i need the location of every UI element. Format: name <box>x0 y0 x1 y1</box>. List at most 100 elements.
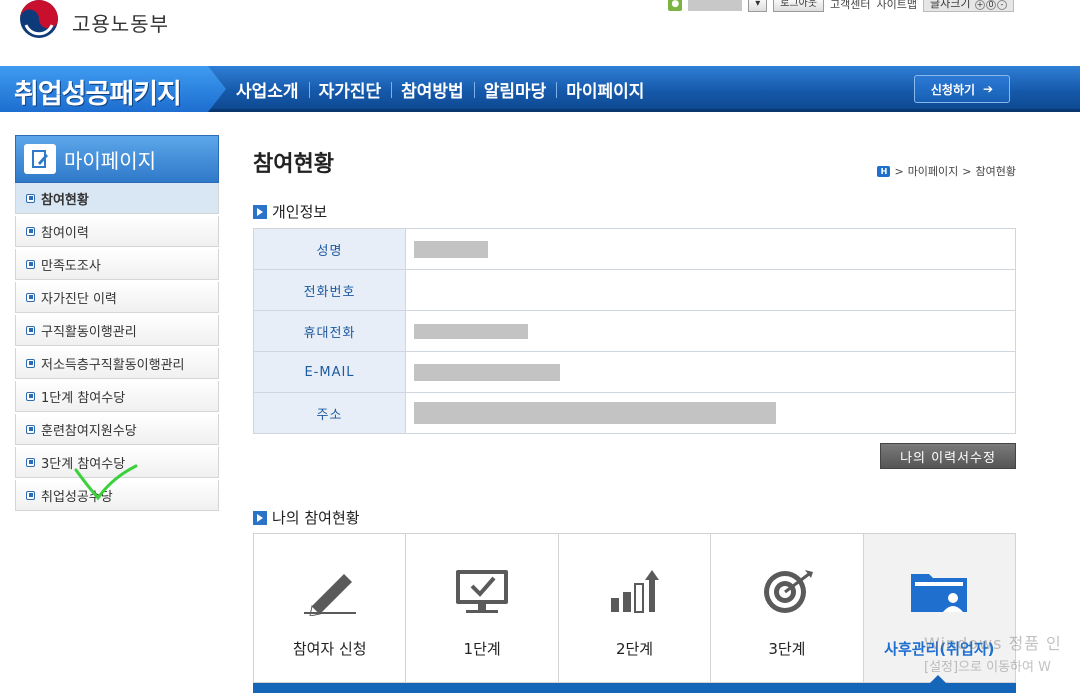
mypage-doc-icon <box>24 144 56 174</box>
breadcrumb-current: 참여현황 <box>975 165 1016 178</box>
sidebar-item-participation-history[interactable]: 참여이력 <box>15 216 219 247</box>
bullet-icon <box>26 226 35 236</box>
arrow-right-icon: ➔ <box>983 82 994 96</box>
field-value-email <box>405 351 1016 393</box>
bullet-icon <box>26 490 35 500</box>
ministry-logo[interactable]: 고용노동부 <box>16 0 169 44</box>
table-row: 주소 <box>253 392 1016 434</box>
stage-tab-2[interactable]: 2단계 <box>558 534 712 682</box>
table-row: 전화번호 <box>253 269 1016 311</box>
bullet-icon <box>26 391 35 401</box>
section-arrow-icon <box>253 510 267 525</box>
windows-activation-watermark: Windows 정품 인 <box>924 634 1062 653</box>
sidebar-item-low-income-job-search[interactable]: 저소득층구직활동이행관리 <box>15 348 219 379</box>
sidebar-item-job-search-management[interactable]: 구직활동이행관리 <box>15 315 219 346</box>
field-value-phone <box>405 269 1016 311</box>
windows-activation-watermark-sub: [설정]으로 이동하여 W <box>924 660 1051 675</box>
field-label-address: 주소 <box>253 392 406 434</box>
sidebar-item-label: 저소득층구직활동이행관리 <box>41 357 185 373</box>
sidebar-item-label: 만족도조사 <box>41 258 101 274</box>
customer-center-link[interactable]: 고객센터 <box>830 0 870 12</box>
sidebar-item-training-allowance[interactable]: 훈련참여지원수당 <box>15 414 219 445</box>
font-minus-icon[interactable]: - <box>997 0 1007 10</box>
field-label-mobile: 휴대전화 <box>253 310 406 352</box>
stage-tabs: 참여자 신청 1단계 2단계 3단계 사후관리(취업자) <box>253 533 1016 683</box>
user-dropdown-icon[interactable]: ▾ <box>748 0 768 12</box>
apply-button[interactable]: 신청하기 ➔ <box>914 75 1010 103</box>
font-size-control: 글자크기 +0- <box>923 0 1014 12</box>
stage-tab-1[interactable]: 1단계 <box>406 534 559 682</box>
personal-info-table: 성명 전화번호 휴대전화 E-MAIL 주소 <box>253 228 1016 434</box>
target-icon <box>763 570 813 613</box>
bullet-icon <box>26 325 35 335</box>
section-title: 개인정보 <box>272 203 328 221</box>
nav-item-how-to-join[interactable]: 참여방법 <box>391 77 474 102</box>
sidebar-item-satisfaction-survey[interactable]: 만족도조사 <box>15 249 219 280</box>
ministry-name: 고용노동부 <box>72 11 169 36</box>
apply-label: 신청하기 <box>930 82 976 97</box>
field-value-address <box>405 392 1016 434</box>
stage-progress-bar <box>253 683 1016 693</box>
logout-button[interactable]: 로그아웃 <box>773 0 825 12</box>
masked-value <box>414 323 528 339</box>
font-reset-icon[interactable]: 0 <box>986 0 996 10</box>
nav-item-intro[interactable]: 사업소개 <box>236 77 309 102</box>
participation-status-heading: 나의 참여현황 <box>253 507 360 528</box>
stage-label: 2단계 <box>615 640 654 658</box>
sidebar-item-label: 훈련참여지원수당 <box>41 423 137 439</box>
sidebar-item-label: 1단계 참여수당 <box>41 390 126 406</box>
sitemap-link[interactable]: 사이트맵 <box>877 0 917 12</box>
current-stage-pointer-icon <box>930 675 946 683</box>
bullet-icon <box>26 424 35 434</box>
sidebar: 마이페이지 참여현황 참여이력 만족도조사 자가진단 이력 구직활동이행관리 저… <box>15 135 219 513</box>
personal-info-heading: 개인정보 <box>253 201 327 222</box>
sidebar-item-label: 참여현황 <box>41 192 89 208</box>
breadcrumb-separator-icon: > <box>962 164 972 178</box>
masked-value <box>414 240 488 258</box>
edit-resume-button[interactable]: 나의 이력서수정 <box>880 443 1016 469</box>
field-label-name: 성명 <box>253 228 406 270</box>
nav-item-notice[interactable]: 알림마당 <box>473 77 557 102</box>
sidebar-item-participation-status[interactable]: 참여현황 <box>15 183 219 214</box>
table-row: 성명 <box>253 228 1016 270</box>
bar-growth-icon <box>610 570 659 613</box>
masked-value <box>414 402 776 424</box>
breadcrumb-item[interactable]: 마이페이지 <box>908 163 959 179</box>
sidebar-item-label: 참여이력 <box>41 225 89 241</box>
field-label-email: E-MAIL <box>253 351 406 393</box>
bullet-icon <box>26 193 35 203</box>
section-arrow-icon <box>253 204 267 219</box>
font-size-label: 글자크기 <box>930 0 971 10</box>
sidebar-title: 마이페이지 <box>64 148 156 173</box>
section-title: 나의 참여현황 <box>272 509 360 527</box>
font-plus-icon[interactable]: + <box>975 0 985 10</box>
sidebar-item-self-diagnosis-history[interactable]: 자가진단 이력 <box>15 282 219 313</box>
table-row: 휴대전화 <box>253 310 1016 352</box>
sidebar-item-stage1-allowance[interactable]: 1단계 참여수당 <box>15 381 219 412</box>
stage-label: 1단계 <box>463 640 501 658</box>
monitor-check-icon <box>456 570 509 613</box>
field-value-mobile <box>405 310 1016 352</box>
page-title: 참여현황 <box>253 152 334 177</box>
field-label-phone: 전화번호 <box>253 269 406 311</box>
nav-menu: 사업소개 자가진단 참여방법 알림마당 마이페이지 <box>236 66 654 112</box>
field-value-name <box>405 228 1016 270</box>
stage-label: 참여자 신청 <box>292 640 367 658</box>
top-header: 고용노동부 ● ▾ 로그아웃 고객센터 사이트맵 글자크기 +0- <box>0 0 1080 66</box>
home-icon[interactable]: H <box>877 165 891 177</box>
utility-bar: ● ▾ 로그아웃 고객센터 사이트맵 글자크기 +0- <box>668 0 1014 13</box>
masked-value <box>414 363 560 381</box>
brand-banner[interactable]: 취업성공패키지 <box>0 66 226 112</box>
user-badge-icon: ● <box>668 0 683 11</box>
sidebar-item-label: 자가진단 이력 <box>41 291 117 307</box>
sidebar-header: 마이페이지 <box>15 135 219 183</box>
user-name-masked <box>688 0 743 11</box>
nav-item-self-diagnosis[interactable]: 자가진단 <box>308 77 392 102</box>
green-check-annotation-icon <box>74 464 138 501</box>
nav-item-mypage[interactable]: 마이페이지 <box>556 77 654 102</box>
breadcrumb-separator-icon: > <box>894 164 904 178</box>
stage-tab-3[interactable]: 3단계 <box>711 534 864 682</box>
breadcrumb: H > 마이페이지 > 참여현황 <box>877 163 1016 179</box>
main-nav: 취업성공패키지 사업소개 자가진단 참여방법 알림마당 마이페이지 신청하기 ➔ <box>0 66 1080 112</box>
stage-tab-application[interactable]: 참여자 신청 <box>254 534 407 682</box>
